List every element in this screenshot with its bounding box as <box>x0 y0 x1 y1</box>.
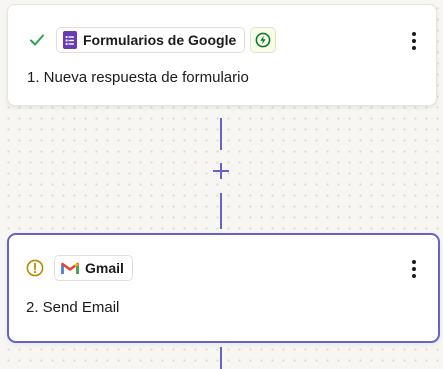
connector-line-top <box>220 118 222 150</box>
google-forms-icon <box>63 31 77 49</box>
app-name: Gmail <box>85 260 124 276</box>
action-step-card[interactable]: Gmail 2. Send Email <box>7 233 440 343</box>
bolt-icon <box>255 32 271 48</box>
add-step-button[interactable] <box>209 159 233 183</box>
action-header: Gmail <box>26 255 133 281</box>
trigger-step-card[interactable]: Formularios de Google 1. Nueva respuesta… <box>7 4 437 106</box>
app-chip-google-forms[interactable]: Formularios de Google <box>56 27 246 53</box>
plus-icon <box>213 163 229 179</box>
action-step-title: 2. Send Email <box>26 299 120 316</box>
warning-icon <box>26 259 44 277</box>
gmail-icon <box>61 261 79 275</box>
trigger-more-menu-button[interactable] <box>406 29 422 53</box>
trigger-step-title: 1. Nueva respuesta de formulario <box>27 69 249 86</box>
action-more-menu-button[interactable] <box>406 257 422 281</box>
check-icon <box>28 31 46 49</box>
trigger-header: Formularios de Google <box>28 27 277 53</box>
connector-line-middle <box>220 193 222 229</box>
app-name: Formularios de Google <box>83 32 237 48</box>
instant-trigger-badge <box>250 27 277 53</box>
connector-line-bottom <box>220 347 222 369</box>
app-chip-gmail[interactable]: Gmail <box>54 255 133 281</box>
